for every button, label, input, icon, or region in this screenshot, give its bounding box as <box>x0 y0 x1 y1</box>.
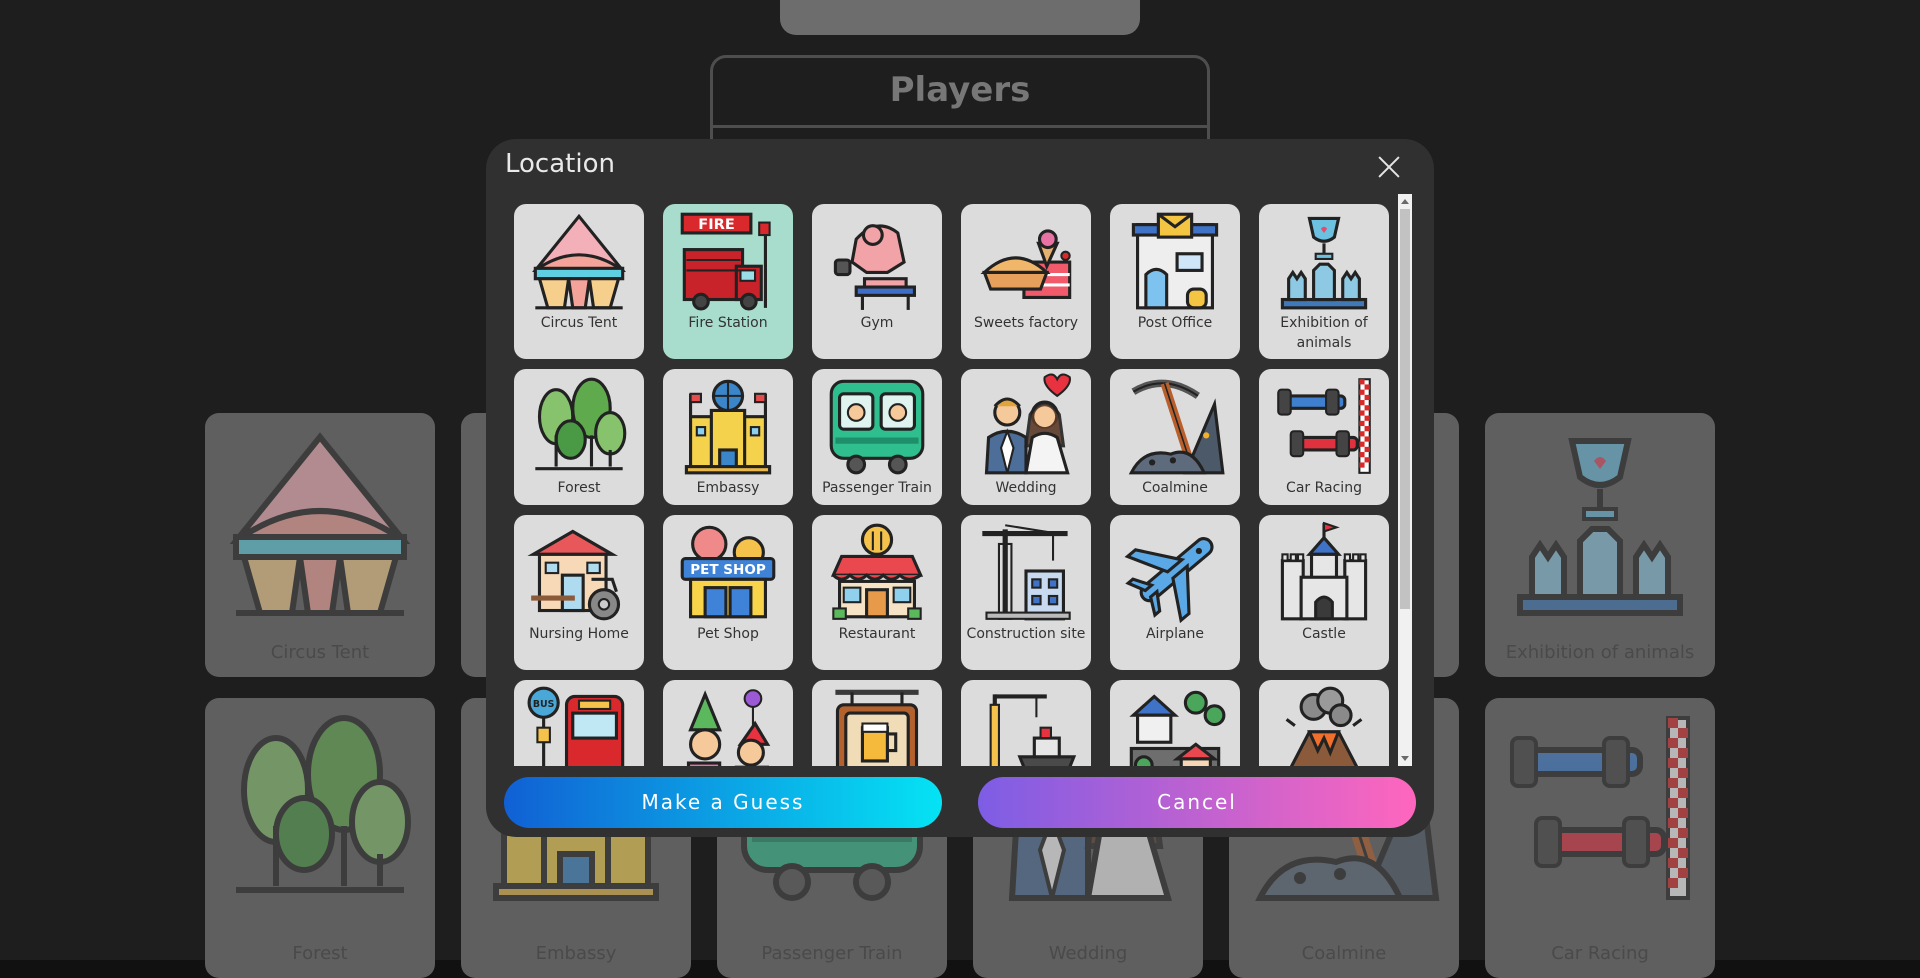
close-icon[interactable] <box>1374 152 1404 182</box>
location-tile-restaurant[interactable]: Restaurant <box>812 515 942 670</box>
location-tile-label: Restaurant <box>838 626 916 642</box>
location-tile-volcano[interactable] <box>1259 680 1389 766</box>
background-location-card: Forest <box>205 698 435 978</box>
location-grid-scrollbar[interactable] <box>1398 194 1412 766</box>
svg-text:PET SHOP: PET SHOP <box>690 562 766 578</box>
background-card-label: Exhibition of animals <box>1505 642 1695 663</box>
location-tile-label: Exhibition of animals <box>1280 315 1368 351</box>
background-card-label: Wedding <box>1048 943 1128 964</box>
players-divider <box>713 125 1207 128</box>
background-card-label: Forest <box>292 943 348 964</box>
location-tile-nursing-home[interactable]: Nursing Home <box>514 515 644 670</box>
svg-text:BUS: BUS <box>533 699 555 710</box>
location-tile-label: Embassy <box>696 480 760 496</box>
location-modal: Location Circus Tent FIRE Fire Station Gym S… <box>486 139 1434 837</box>
location-tile-label: Post Office <box>1137 315 1213 331</box>
cancel-button[interactable]: Cancel <box>978 777 1416 828</box>
exhibition-of-animals-icon <box>1280 216 1368 310</box>
location-tile-car-racing[interactable]: Car Racing <box>1259 369 1389 505</box>
location-tile-circus-tent[interactable]: Circus Tent <box>514 204 644 359</box>
embassy-icon <box>684 379 772 475</box>
coalmine-icon <box>1128 379 1225 475</box>
location-tile-embassy[interactable]: Embassy <box>663 369 793 505</box>
background-location-card: Car Racing <box>1485 698 1715 978</box>
scroll-up-arrow-icon[interactable] <box>1401 199 1409 204</box>
location-tile-label: Wedding <box>995 480 1057 496</box>
location-tile-label: Sweets factory <box>973 315 1079 331</box>
background-card-label: Car Racing <box>1551 943 1649 964</box>
players-title: Players <box>889 70 1031 110</box>
forest-icon <box>535 377 627 471</box>
pet-shop-icon: PET SHOP <box>680 525 776 619</box>
background-card-label: Embassy <box>535 943 617 964</box>
location-tile-label: Pet Shop <box>697 626 759 642</box>
village-icon <box>1129 690 1226 766</box>
post-office-icon <box>1131 212 1219 310</box>
background-card-label: Coalmine <box>1301 943 1387 964</box>
location-tile-label: Castle <box>1302 626 1346 642</box>
pub-icon <box>835 689 919 766</box>
location-tile-airplane[interactable]: Airplane <box>1110 515 1240 670</box>
scroll-down-arrow-icon[interactable] <box>1401 756 1409 761</box>
svg-text:FIRE: FIRE <box>698 216 735 233</box>
location-tile-port[interactable] <box>961 680 1091 766</box>
background-card-label: Circus Tent <box>270 642 370 663</box>
location-tile-pet-shop[interactable]: PET SHOP Pet Shop <box>663 515 793 670</box>
passenger-train-icon <box>829 379 925 475</box>
location-tile-construction-site[interactable]: Construction site <box>961 515 1091 670</box>
car-racing-icon <box>1510 716 1690 900</box>
port-icon <box>989 694 1077 766</box>
location-tile-party[interactable] <box>663 680 793 766</box>
location-tile-sweets-factory[interactable]: Sweets factory <box>961 204 1091 359</box>
location-tile-passenger-train[interactable]: Passenger Train <box>812 369 942 505</box>
construction-site-icon <box>982 524 1071 621</box>
location-tile-forest[interactable]: Forest <box>514 369 644 505</box>
location-tile-castle[interactable]: Castle <box>1259 515 1389 670</box>
airplane-icon <box>1124 537 1214 623</box>
restaurant-icon <box>830 523 924 620</box>
background-location-card: Exhibition of animals <box>1485 413 1715 677</box>
background-location-card: Circus Tent <box>205 413 435 677</box>
party-icon <box>686 689 771 766</box>
background-top-button <box>780 0 1140 35</box>
circus-tent-icon <box>229 432 411 616</box>
background-card-label: Passenger Train <box>761 943 903 964</box>
location-tile-wedding[interactable]: Wedding <box>961 369 1091 505</box>
exhibition-of-animals-icon <box>1517 438 1683 616</box>
forest-icon <box>236 715 411 893</box>
location-tile-label: Coalmine <box>1142 480 1208 496</box>
location-grid[interactable]: Circus Tent FIRE Fire Station Gym Sweets fac… <box>514 204 1402 766</box>
sweets-factory-icon <box>980 229 1072 299</box>
location-tile-label: Forest <box>557 480 601 496</box>
modal-title: Location <box>505 149 615 179</box>
make-a-guess-button[interactable]: Make a Guess <box>504 777 942 828</box>
location-tile-label: Car Racing <box>1286 480 1362 496</box>
location-tile-post-office[interactable]: Post Office <box>1110 204 1240 359</box>
nursing-home-icon <box>527 529 621 621</box>
car-racing-icon <box>1277 378 1371 474</box>
players-panel: Players <box>710 55 1210 145</box>
location-tile-village[interactable] <box>1110 680 1240 766</box>
location-tile-label: Airplane <box>1145 626 1205 642</box>
circus-tent-icon <box>532 213 626 310</box>
location-tile-label: Construction site <box>966 626 1086 642</box>
gym-icon <box>833 224 916 310</box>
location-tile-label: Gym <box>860 315 894 331</box>
scrollbar-thumb[interactable] <box>1400 209 1410 609</box>
location-tile-gym[interactable]: Gym <box>812 204 942 359</box>
location-tile-label: Circus Tent <box>540 315 618 331</box>
location-tile-exhibition-of-animals[interactable]: Exhibition of animals <box>1259 204 1389 359</box>
location-tile-fire-station[interactable]: FIRE Fire Station <box>663 204 793 359</box>
location-tile-coalmine[interactable]: Coalmine <box>1110 369 1240 505</box>
fire-station-icon: FIRE <box>680 212 771 311</box>
castle-icon <box>1280 521 1368 621</box>
location-tile-label: Passenger Train <box>822 480 932 496</box>
location-tile-pub[interactable] <box>812 680 942 766</box>
volcano-icon <box>1285 686 1363 766</box>
location-tile-label: Fire Station <box>688 315 768 331</box>
bus-stop-icon: BUS <box>527 686 625 766</box>
wedding-icon <box>984 373 1071 475</box>
location-tile-label: Nursing Home <box>529 626 629 642</box>
location-tile-bus-stop[interactable]: BUS <box>514 680 644 766</box>
